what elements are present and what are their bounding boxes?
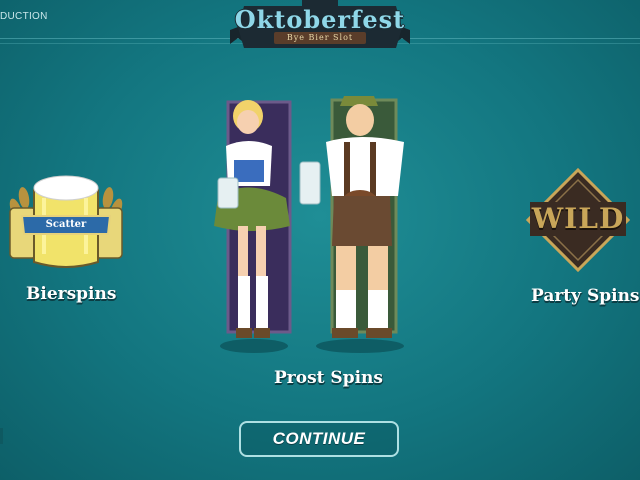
scatter-badge-text: Scatter [45, 219, 87, 230]
wild-badge-text: WILD [531, 202, 625, 235]
wild-symbol-icon: WILD [525, 167, 631, 273]
prost-spins-label: Prost Spins [274, 368, 383, 388]
logo-subtitle: Bye Bier Slot [286, 33, 354, 42]
party-spins-label: Party Spins [531, 286, 640, 306]
oktoberfest-couple-art [208, 86, 438, 358]
logo-title: Oktoberfest [234, 5, 406, 34]
bierspins-label: Bierspins [26, 284, 117, 304]
scatter-beer-mug-icon: Scatter [4, 168, 128, 278]
continue-button[interactable]: CONTINUE [239, 421, 399, 457]
intro-label: DUCTION [0, 11, 48, 22]
oktoberfest-logo: Oktoberfest Bye Bier Slot [228, 0, 412, 58]
side-edge-marker [0, 428, 3, 444]
